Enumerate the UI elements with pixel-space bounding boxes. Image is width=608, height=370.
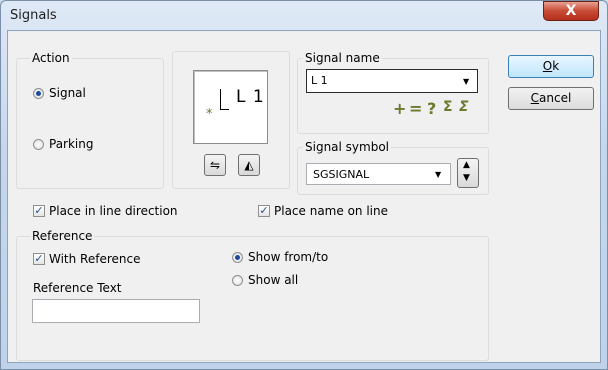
sum-all-tool-icon[interactable]: Σ xyxy=(459,99,469,115)
help-tool-icon[interactable]: ? xyxy=(427,99,436,118)
show-from-to-label[interactable]: Show from/to xyxy=(248,250,328,264)
signal-name-label: Signal name xyxy=(303,51,382,65)
close-button[interactable]: X xyxy=(543,1,599,21)
ok-accel: O xyxy=(542,59,553,73)
signal-radio[interactable] xyxy=(33,88,44,99)
signal-symbol-value: SGSIGNAL xyxy=(313,168,370,181)
flip-horizontal-icon: ⇋ xyxy=(209,158,221,172)
reference-group-label: Reference xyxy=(30,229,95,243)
preview-text: L 1 xyxy=(236,87,265,107)
close-icon: X xyxy=(565,3,577,19)
with-reference-label[interactable]: With Reference xyxy=(49,252,141,266)
action-group-label: Action xyxy=(30,51,72,65)
mirror-icon: ◭ xyxy=(244,158,254,172)
signal-symbol-label: Signal symbol xyxy=(303,140,392,154)
signal-name-combo[interactable]: L 1 ▼ xyxy=(306,69,478,93)
parking-radio-label[interactable]: Parking xyxy=(49,137,94,151)
place-in-line-direction-checkbox[interactable]: ✓ xyxy=(33,205,45,217)
place-name-on-line-checkbox[interactable]: ✓ xyxy=(258,205,270,217)
signal-name-value: L 1 xyxy=(311,74,328,87)
cancel-accel: C xyxy=(530,91,540,105)
signal-symbol-combo[interactable]: SGSIGNAL ▼ xyxy=(306,163,451,185)
reference-text-input[interactable] xyxy=(32,299,200,323)
preview-marker: * xyxy=(206,107,213,122)
sum-tool-icon[interactable]: Σ xyxy=(443,99,453,115)
ok-label: k xyxy=(552,59,560,73)
chevron-down-icon[interactable]: ▼ xyxy=(435,170,441,179)
ok-button[interactable]: Ok xyxy=(508,55,594,78)
signal-shape xyxy=(220,89,229,110)
action-group xyxy=(16,58,164,189)
flip-horizontal-button[interactable]: ⇋ xyxy=(204,154,226,176)
place-in-line-direction-label[interactable]: Place in line direction xyxy=(49,204,178,218)
show-all-label[interactable]: Show all xyxy=(248,273,298,287)
parking-radio[interactable] xyxy=(33,139,44,150)
cancel-label: ancel xyxy=(539,91,572,105)
signal-preview: * L 1 xyxy=(193,70,268,144)
with-reference-checkbox[interactable]: ✓ xyxy=(33,253,45,265)
chevron-down-icon[interactable]: ▼ xyxy=(463,77,469,86)
cancel-button[interactable]: Cancel xyxy=(508,87,594,110)
window-title: Signals xyxy=(10,8,57,23)
symbol-spinner[interactable]: ▲ ▼ xyxy=(457,158,479,188)
mirror-button[interactable]: ◭ xyxy=(238,154,260,176)
signal-radio-label[interactable]: Signal xyxy=(49,86,86,100)
place-name-on-line-label[interactable]: Place name on line xyxy=(274,204,388,218)
spin-down-icon[interactable]: ▼ xyxy=(463,173,470,183)
spin-up-icon[interactable]: ▲ xyxy=(463,160,470,170)
show-from-to-radio[interactable] xyxy=(232,252,243,263)
reference-text-label: Reference Text xyxy=(33,281,122,295)
show-all-radio[interactable] xyxy=(232,275,243,286)
add-tool-icon[interactable]: + xyxy=(393,99,406,118)
equals-tool-icon[interactable]: = xyxy=(409,99,422,118)
